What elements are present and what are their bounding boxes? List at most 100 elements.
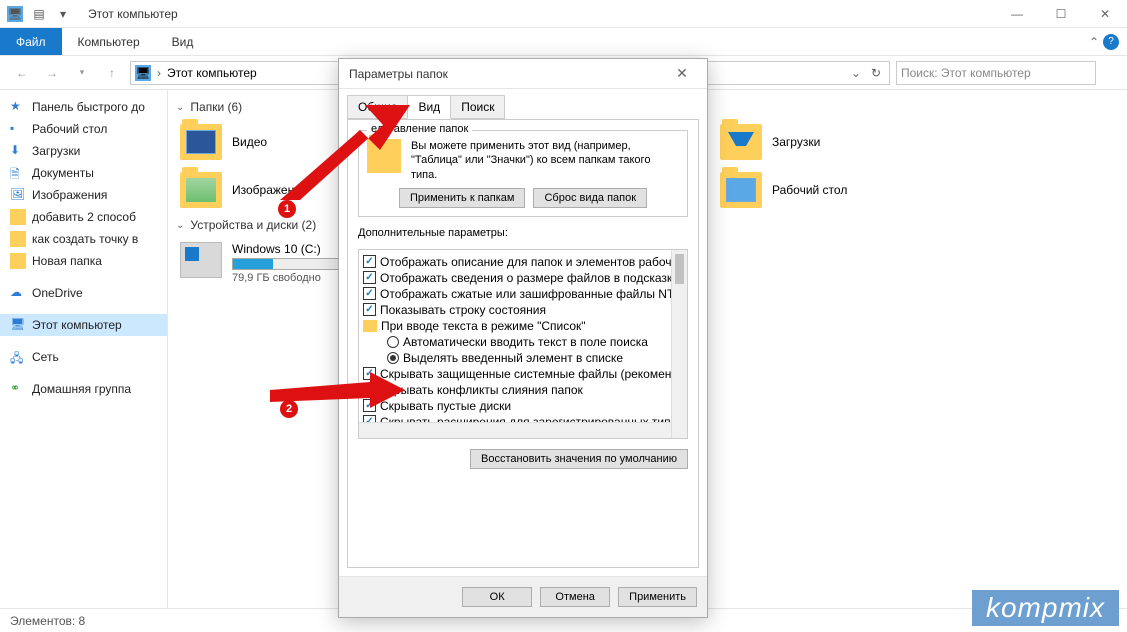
search-placeholder: Поиск: Этот компьютер bbox=[901, 66, 1031, 80]
window-title: Этот компьютер bbox=[88, 7, 178, 21]
sidebar-item-folder[interactable]: как создать точку в bbox=[0, 228, 167, 250]
close-button[interactable]: ✕ bbox=[1083, 0, 1127, 28]
minimize-button[interactable]: — bbox=[995, 0, 1039, 28]
tree-item-label: Показывать строку состояния bbox=[380, 303, 546, 317]
address-dropdown-icon[interactable]: ⌄ bbox=[851, 66, 861, 80]
tree-item[interactable]: Скрывать защищенные системные файлы (рек… bbox=[361, 366, 685, 382]
qat-overflow-icon[interactable]: ▾ bbox=[52, 3, 74, 25]
sidebar-item-downloads[interactable]: ⬇Загрузки bbox=[0, 140, 167, 162]
nav-forward-button[interactable]: → bbox=[40, 61, 64, 85]
sidebar-onedrive[interactable]: ☁OneDrive bbox=[0, 282, 167, 304]
sidebar-item-pictures[interactable]: 🖼Изображения bbox=[0, 184, 167, 206]
chevron-down-icon: ⌄ bbox=[176, 102, 184, 113]
checkbox-icon[interactable] bbox=[363, 367, 376, 380]
tree-item[interactable]: Скрывать конфликты слияния папок bbox=[361, 382, 685, 398]
checkbox-icon[interactable] bbox=[363, 255, 376, 268]
annotation-badge-1: 1 bbox=[278, 200, 296, 218]
radio-icon[interactable] bbox=[387, 336, 399, 348]
dialog-title: Параметры папок bbox=[349, 67, 448, 81]
help-icon[interactable]: ? bbox=[1103, 34, 1119, 50]
window-titlebar: 🖥 ▤ ▾ Этот компьютер — ☐ ✕ bbox=[0, 0, 1127, 28]
tree-item[interactable]: Скрывать пустые диски bbox=[361, 398, 685, 414]
address-path: Этот компьютер bbox=[167, 66, 257, 80]
chevron-down-icon: ⌄ bbox=[176, 220, 184, 231]
tree-item[interactable]: Отображать сведения о размере файлов в п… bbox=[361, 270, 685, 286]
scrollbar-horizontal[interactable] bbox=[359, 422, 671, 438]
sidebar-network[interactable]: 🖧Сеть bbox=[0, 346, 167, 368]
checkbox-icon[interactable] bbox=[363, 271, 376, 284]
sidebar-label: Панель быстрого до bbox=[32, 100, 145, 114]
tree-item-label: При вводе текста в режиме "Список" bbox=[381, 319, 586, 333]
tree-item-label: Скрывать защищенные системные файлы (рек… bbox=[380, 367, 671, 381]
sidebar-item-folder[interactable]: добавить 2 способ bbox=[0, 206, 167, 228]
sidebar-item-desktop[interactable]: ▪Рабочий стол bbox=[0, 118, 167, 140]
radio-icon[interactable] bbox=[387, 352, 399, 364]
advanced-settings-label: Дополнительные параметры: bbox=[358, 227, 688, 239]
tree-item[interactable]: Отображать сжатые или зашифрованные файл… bbox=[361, 286, 685, 302]
dialog-titlebar[interactable]: Параметры папок ✕ bbox=[339, 59, 707, 89]
group-description: Вы можете применить этот вид (например, … bbox=[411, 139, 679, 182]
nav-back-button[interactable]: ← bbox=[10, 61, 34, 85]
checkbox-icon[interactable] bbox=[363, 287, 376, 300]
sidebar-item-documents[interactable]: 🗎Документы bbox=[0, 162, 167, 184]
watermark: kompmix bbox=[972, 590, 1119, 626]
tab-file[interactable]: Файл bbox=[0, 28, 62, 55]
maximize-button[interactable]: ☐ bbox=[1039, 0, 1083, 28]
ribbon-expand-icon[interactable]: ⌃ bbox=[1089, 35, 1099, 49]
nav-recent-icon[interactable]: ▾ bbox=[70, 61, 94, 85]
folder-downloads[interactable]: Загрузки bbox=[716, 118, 976, 166]
checkbox-icon[interactable] bbox=[363, 399, 376, 412]
nav-up-button[interactable]: ↑ bbox=[100, 61, 124, 85]
dialog-close-button[interactable]: ✕ bbox=[667, 65, 697, 82]
restore-defaults-button[interactable]: Восстановить значения по умолчанию bbox=[470, 449, 688, 469]
checkbox-icon[interactable] bbox=[363, 383, 376, 396]
tree-item-label: Отображать сжатые или зашифрованные файл… bbox=[380, 287, 682, 301]
tab-general[interactable]: Общие bbox=[347, 95, 408, 119]
tree-item-label: Отображать сведения о размере файлов в п… bbox=[380, 271, 672, 285]
apply-to-folders-button[interactable]: Применить к папкам bbox=[399, 188, 526, 208]
checkbox-icon[interactable] bbox=[363, 303, 376, 316]
tab-view[interactable]: Вид bbox=[156, 28, 210, 55]
cancel-button[interactable]: Отмена bbox=[540, 587, 610, 607]
folder-views-group: едставление папок Вы можете применить эт… bbox=[358, 130, 688, 217]
tree-item[interactable]: При вводе текста в режиме "Список" bbox=[361, 318, 685, 334]
tree-item-label: Автоматически вводить текст в поле поиск… bbox=[403, 335, 648, 349]
refresh-button[interactable]: ↻ bbox=[867, 66, 885, 80]
dialog-footer: ОК Отмена Применить bbox=[339, 576, 707, 617]
tree-item[interactable]: Отображать описание для папок и элементо… bbox=[361, 254, 685, 270]
sidebar-item-folder[interactable]: Новая папка bbox=[0, 250, 167, 272]
sidebar-this-pc[interactable]: 🖥Этот компьютер bbox=[0, 314, 167, 336]
reset-folders-button[interactable]: Сброс вида папок bbox=[533, 188, 647, 208]
navigation-pane: ★Панель быстрого до ▪Рабочий стол ⬇Загру… bbox=[0, 90, 168, 630]
thispc-qat-icon[interactable]: 🖥 bbox=[4, 3, 26, 25]
tree-item[interactable]: Автоматически вводить текст в поле поиск… bbox=[361, 334, 685, 350]
sidebar-quick-access[interactable]: ★Панель быстрого до bbox=[0, 96, 167, 118]
tree-item-label: Отображать описание для папок и элементо… bbox=[380, 255, 678, 269]
dialog-tabs: Общие Вид Поиск bbox=[339, 95, 707, 119]
folder-icon bbox=[367, 139, 401, 173]
ribbon-tabs: Файл Компьютер Вид ⌃ ? bbox=[0, 28, 1127, 56]
status-item-count: Элементов: 8 bbox=[10, 614, 85, 628]
tree-item-label: Скрывать пустые диски bbox=[380, 399, 511, 413]
group-title: едставление папок bbox=[367, 123, 472, 135]
sidebar-homegroup[interactable]: ⚭Домашняя группа bbox=[0, 378, 167, 400]
annotation-badge-2: 2 bbox=[280, 400, 298, 418]
advanced-settings-tree[interactable]: Отображать описание для папок и элементо… bbox=[358, 249, 688, 439]
search-input[interactable]: Поиск: Этот компьютер bbox=[896, 61, 1096, 85]
ok-button[interactable]: ОК bbox=[462, 587, 532, 607]
folder-icon bbox=[363, 320, 377, 332]
folder-desktop[interactable]: Рабочий стол bbox=[716, 166, 976, 214]
tree-item[interactable]: Выделять введенный элемент в списке bbox=[361, 350, 685, 366]
tab-computer[interactable]: Компьютер bbox=[62, 28, 156, 55]
tree-item-label: Скрывать конфликты слияния папок bbox=[380, 383, 583, 397]
qat-properties-icon[interactable]: ▤ bbox=[28, 3, 50, 25]
thispc-icon: 🖥 bbox=[135, 65, 151, 81]
tab-view[interactable]: Вид bbox=[407, 95, 451, 119]
tree-item-label: Выделять введенный элемент в списке bbox=[403, 351, 623, 365]
tree-item[interactable]: Показывать строку состояния bbox=[361, 302, 685, 318]
apply-button[interactable]: Применить bbox=[618, 587, 697, 607]
drive-icon bbox=[180, 242, 222, 278]
folder-options-dialog: Параметры папок ✕ Общие Вид Поиск едстав… bbox=[338, 58, 708, 618]
tab-search[interactable]: Поиск bbox=[450, 95, 505, 119]
scrollbar-vertical[interactable] bbox=[671, 250, 687, 438]
